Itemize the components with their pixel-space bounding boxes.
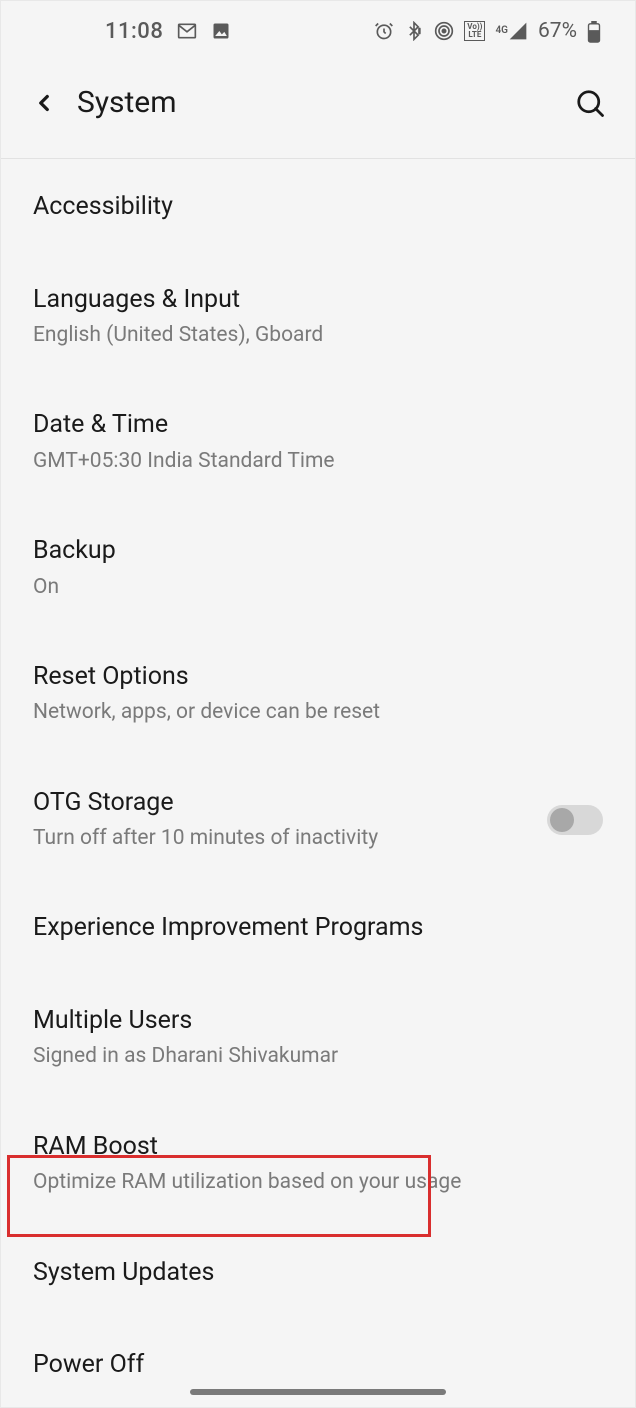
settings-item-backup[interactable]: Backup On bbox=[1, 521, 635, 615]
settings-item-title: Experience Improvement Programs bbox=[33, 912, 603, 945]
battery-percent: 67% bbox=[538, 19, 577, 43]
settings-item-subtitle: Optimize RAM utilization based on your u… bbox=[33, 1169, 603, 1196]
status-right: Vo)) LTE 4G 67% bbox=[374, 19, 607, 43]
gmail-icon bbox=[177, 21, 197, 41]
settings-list: Accessibility Languages & Input English … bbox=[1, 159, 635, 1396]
settings-item-title: OTG Storage bbox=[33, 787, 547, 820]
settings-item-title: RAM Boost bbox=[33, 1131, 603, 1164]
signal-icon bbox=[508, 21, 528, 41]
settings-item-subtitle: On bbox=[33, 574, 603, 601]
status-bar: 11:08 Vo)) LTE 4G 67% bbox=[1, 1, 635, 57]
settings-item-title: Date & Time bbox=[33, 409, 603, 442]
photo-icon bbox=[211, 21, 231, 41]
back-button[interactable] bbox=[29, 88, 59, 118]
settings-item-multiple-users[interactable]: Multiple Users Signed in as Dharani Shiv… bbox=[1, 991, 635, 1085]
settings-item-languages[interactable]: Languages & Input English (United States… bbox=[1, 270, 635, 364]
search-button[interactable] bbox=[573, 86, 607, 120]
settings-item-title: System Updates bbox=[33, 1257, 603, 1290]
status-time: 11:08 bbox=[105, 19, 163, 44]
otg-toggle[interactable] bbox=[547, 805, 603, 835]
header: System bbox=[1, 57, 635, 158]
battery-icon bbox=[587, 21, 607, 41]
settings-item-accessibility[interactable]: Accessibility bbox=[1, 177, 635, 238]
signal-group: 4G bbox=[495, 21, 528, 41]
page-title: System bbox=[77, 85, 573, 120]
home-indicator[interactable] bbox=[190, 1389, 446, 1395]
settings-item-title: Power Off bbox=[33, 1349, 603, 1382]
settings-item-power-off[interactable]: Power Off bbox=[1, 1335, 635, 1396]
settings-item-subtitle: English (United States), Gboard bbox=[33, 322, 603, 349]
settings-item-title: Languages & Input bbox=[33, 284, 603, 317]
settings-item-system-updates[interactable]: System Updates bbox=[1, 1243, 635, 1304]
settings-item-title: Reset Options bbox=[33, 661, 603, 694]
status-left: 11:08 bbox=[29, 19, 231, 44]
hotspot-icon bbox=[434, 21, 454, 41]
bluetooth-icon bbox=[404, 21, 424, 41]
settings-item-title: Backup bbox=[33, 535, 603, 568]
settings-item-subtitle: Turn off after 10 minutes of inactivity bbox=[33, 825, 547, 852]
search-icon bbox=[575, 88, 605, 118]
chevron-left-icon bbox=[31, 90, 57, 116]
network-label: 4G bbox=[495, 25, 508, 36]
settings-item-title: Multiple Users bbox=[33, 1005, 603, 1038]
settings-item-ram-boost[interactable]: RAM Boost Optimize RAM utilization based… bbox=[1, 1117, 635, 1211]
volte-icon: Vo)) LTE bbox=[464, 21, 485, 41]
settings-item-datetime[interactable]: Date & Time GMT+05:30 India Standard Tim… bbox=[1, 395, 635, 489]
settings-item-reset[interactable]: Reset Options Network, apps, or device c… bbox=[1, 647, 635, 741]
toggle-knob bbox=[550, 808, 574, 832]
settings-item-subtitle: GMT+05:30 India Standard Time bbox=[33, 448, 603, 475]
settings-item-title: Accessibility bbox=[33, 191, 603, 224]
settings-item-experience[interactable]: Experience Improvement Programs bbox=[1, 898, 635, 959]
volte-line2: LTE bbox=[467, 31, 482, 39]
alarm-icon bbox=[374, 21, 394, 41]
settings-item-otg[interactable]: OTG Storage Turn off after 10 minutes of… bbox=[1, 773, 635, 867]
settings-item-subtitle: Signed in as Dharani Shivakumar bbox=[33, 1043, 603, 1070]
settings-item-subtitle: Network, apps, or device can be reset bbox=[33, 699, 603, 726]
